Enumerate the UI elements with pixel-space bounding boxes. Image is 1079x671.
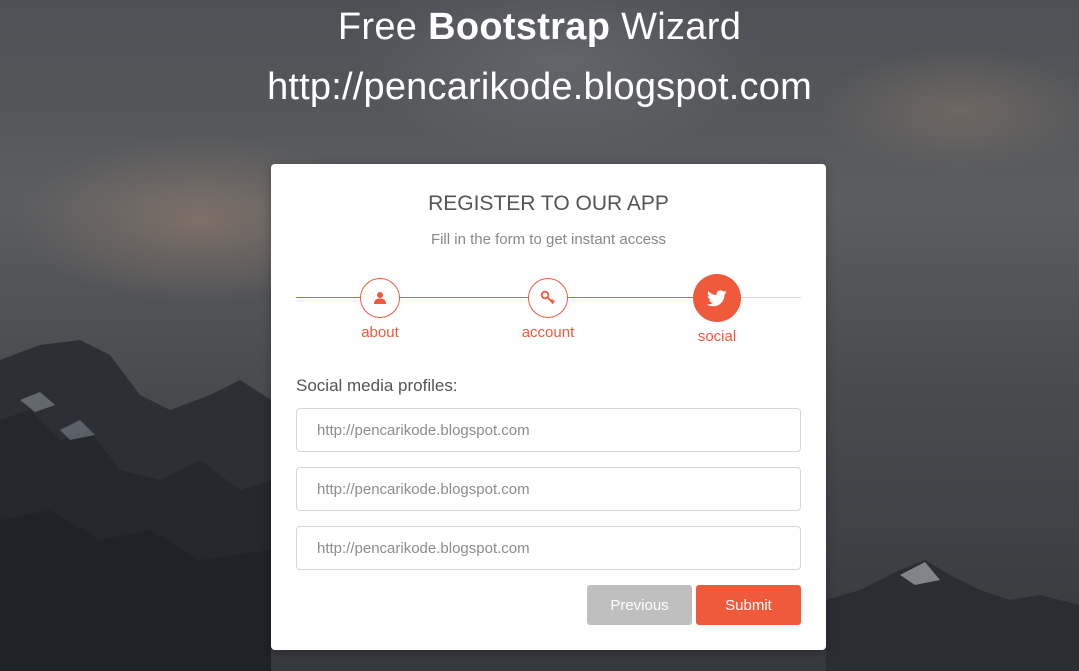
social-url-input-1[interactable] bbox=[296, 408, 801, 452]
step-account-circle bbox=[528, 278, 568, 318]
step-social-circle bbox=[693, 274, 741, 322]
step-about-label: about bbox=[361, 324, 399, 341]
headline-bold: Bootstrap bbox=[428, 6, 611, 48]
social-profiles-label: Social media profiles: bbox=[296, 376, 458, 395]
page-url: http://pencarikode.blogspot.com bbox=[267, 66, 812, 108]
headline-prefix: Free bbox=[337, 6, 429, 48]
wizard-card: REGISTER TO OUR APP Fill in the form to … bbox=[271, 164, 826, 650]
key-icon bbox=[540, 290, 555, 305]
social-url-input-3[interactable] bbox=[296, 526, 801, 570]
step-about[interactable]: about bbox=[340, 278, 420, 341]
step-social[interactable]: social bbox=[677, 274, 757, 345]
headline-suffix: Wizard bbox=[610, 6, 742, 48]
submit-button[interactable]: Submit bbox=[696, 585, 801, 625]
card-subtitle: Fill in the form to get instant access bbox=[430, 231, 667, 248]
twitter-icon bbox=[707, 289, 727, 306]
user-icon bbox=[374, 292, 386, 304]
social-url-input-2[interactable] bbox=[296, 467, 801, 511]
page-headline: Free Bootstrap Wizard bbox=[0, 6, 1079, 49]
step-account-label: account bbox=[521, 324, 575, 341]
card-title: REGISTER TO OUR APP bbox=[428, 192, 669, 215]
step-social-label: social bbox=[697, 328, 737, 345]
step-about-circle bbox=[360, 278, 400, 318]
step-account[interactable]: account bbox=[508, 278, 588, 341]
previous-button[interactable]: Previous bbox=[587, 585, 692, 625]
